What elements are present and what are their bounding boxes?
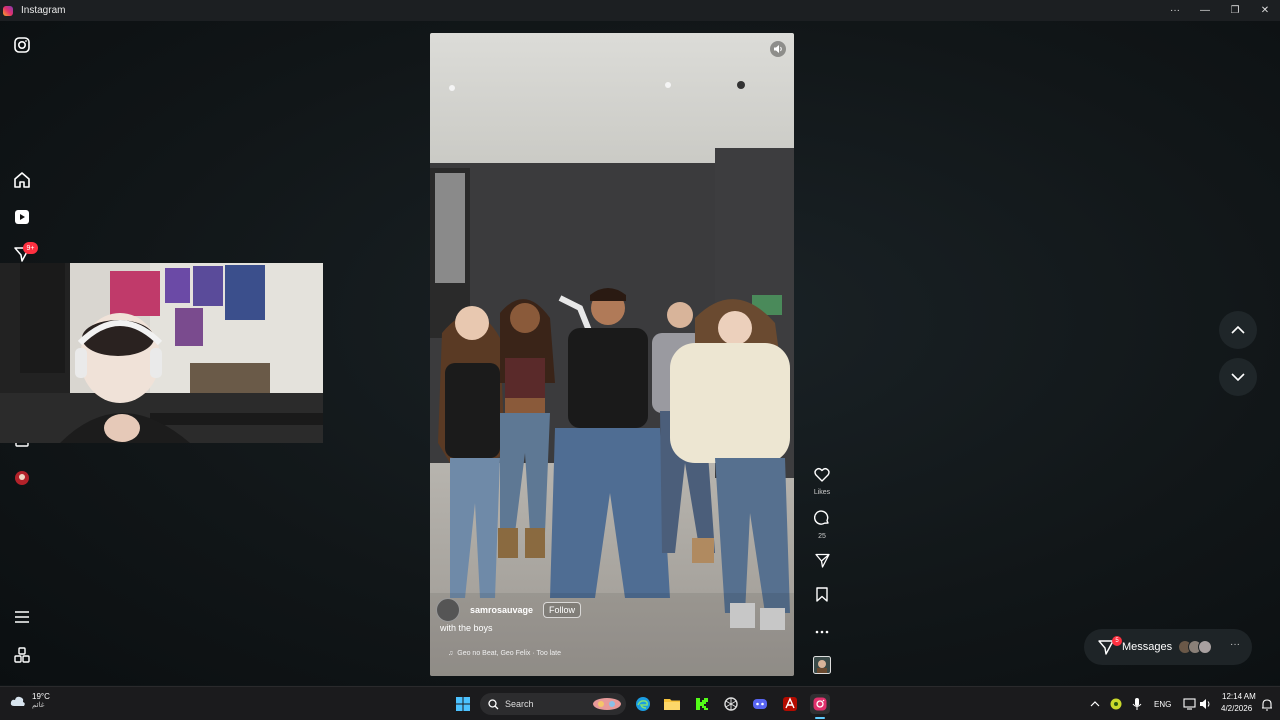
notification-bell-icon[interactable] [1258,695,1276,713]
previous-reel-button[interactable] [1219,311,1257,349]
volume-icon[interactable] [1196,695,1214,713]
search-label: Search [505,699,534,709]
windows-icon [456,697,470,711]
taskbar: 19°C غائم Search ENG 12:14 AM 4/2/2026 [0,686,1280,720]
taskbar-search[interactable]: Search [480,693,626,715]
avatar [1198,640,1212,654]
bookmark-icon [816,587,828,602]
tray-app-icon[interactable] [1107,695,1125,713]
language-indicator[interactable]: ENG [1154,700,1171,709]
kick-icon[interactable] [693,695,711,713]
chevron-down-icon [1231,373,1245,381]
likes-label: Likes [813,489,831,496]
like-action[interactable]: Likes [812,467,832,496]
more-dots-icon [815,630,829,634]
reel-video[interactable]: samrosauvage Follow with the boys ♫ Geo … [430,33,794,676]
weather-text: غائم [32,702,45,709]
clock-time[interactable]: 12:14 AM [1222,692,1256,701]
chatgpt-icon[interactable] [722,695,740,713]
weather-widget[interactable]: 19°C غائم [10,692,50,709]
follow-button[interactable]: Follow [543,602,582,618]
share-action[interactable] [812,553,832,573]
more-action[interactable] [812,621,832,639]
close-button[interactable]: ✕ [1250,0,1280,21]
more-options-button[interactable]: ··· [1160,0,1190,21]
messages-badge: 5 [1112,636,1122,646]
instagram-logo-icon[interactable] [12,35,32,55]
audio-thumbnail[interactable] [812,656,832,679]
message-avatars [1178,640,1212,654]
active-app-indicator [815,717,825,719]
edge-icon[interactable] [634,695,652,713]
comments-count: 25 [818,533,826,540]
home-icon[interactable] [12,170,32,190]
messages-label: Messages [1122,641,1173,653]
reel-caption[interactable]: with the boys [440,623,493,633]
audio-row[interactable]: ♫ Geo no Beat, Geo Felix · Too late [448,650,561,657]
next-reel-button[interactable] [1219,358,1257,396]
audio-track: Geo no Beat, Geo Felix · Too late [457,650,562,657]
start-button[interactable] [454,695,472,713]
show-hidden-icons-icon[interactable] [1086,695,1104,713]
menu-icon[interactable] [12,607,32,627]
adobe-reader-icon[interactable] [781,695,799,713]
window-title: Instagram [21,5,66,16]
share-icon [814,553,830,568]
instagram-app-icon [3,5,13,16]
messages-button[interactable]: 5 Messages ··· [1084,629,1252,665]
comment-icon [814,510,829,525]
instagram-taskbar-icon[interactable] [810,694,830,714]
save-action[interactable] [812,587,832,607]
search-icon [488,698,499,709]
chevron-up-icon [1231,326,1245,334]
microphone-icon[interactable] [1128,695,1146,713]
sound-toggle-icon[interactable] [770,41,786,57]
comment-action[interactable]: 25 [812,510,832,540]
webcam-overlay [0,263,323,443]
window-controls: ··· — ❐ ✕ [1160,0,1280,21]
also-from-meta-icon[interactable] [12,645,32,665]
messages-more-icon: ··· [1230,639,1240,650]
music-note-icon: ♫ [448,650,454,657]
profile-avatar[interactable] [12,468,32,488]
video-scene [430,81,794,676]
creator-username[interactable]: samrosauvage [470,605,533,615]
title-bar: Instagram ··· — ❐ ✕ [0,0,1280,21]
notification-badge: 9+ [23,242,38,254]
reels-icon[interactable] [12,207,32,227]
minimize-button[interactable]: — [1190,0,1220,21]
creator-row: samrosauvage Follow [436,598,582,622]
audio-thumbnail-image [813,656,831,674]
file-explorer-icon[interactable] [663,695,681,713]
creator-avatar[interactable] [436,598,460,622]
temperature: 19°C [32,692,50,701]
cloud-icon [10,696,25,706]
search-highlight-icon [593,698,621,710]
maximize-button[interactable]: ❐ [1220,0,1250,21]
discord-icon[interactable] [751,695,769,713]
clock-date[interactable]: 4/2/2026 [1221,704,1252,713]
heart-icon [814,467,830,482]
